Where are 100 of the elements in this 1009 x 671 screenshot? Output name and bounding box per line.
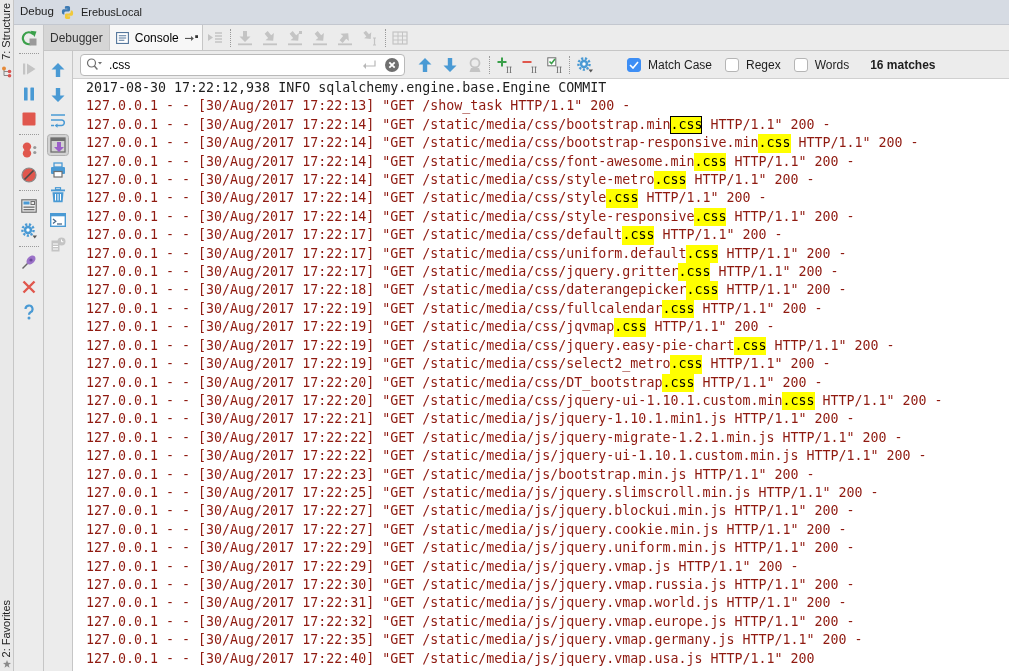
log-line: 127.0.0.1 - - [30/Aug/2017 17:22:29] "GET /static/media/js/jquery.vmap.js HTTP/1.1" 200 - <box>86 557 799 576</box>
stop-icon[interactable] <box>20 110 37 127</box>
close-icon[interactable] <box>20 278 37 295</box>
tab[interactable]: Debugger <box>44 25 110 50</box>
log-line: 127.0.0.1 - - [30/Aug/2017 17:22:23] "GET /static/media/js/bootstrap.min.js HTTP/1.1" 200 - <box>86 465 815 484</box>
search-box[interactable]: .css <box>80 53 405 76</box>
log-text: 127.0.0.1 - - [30/Aug/2017 17:22:17] "GET /static/media/css/jquery.gritter <box>86 263 679 282</box>
checkmark-box-icon[interactable] <box>546 56 563 73</box>
checkbox[interactable] <box>725 57 740 72</box>
log-text: 127.0.0.1 - - [30/Aug/2017 17:22:20] "GET /static/media/css/DT_bootstrap <box>86 373 663 392</box>
search-match: .css <box>694 152 727 172</box>
pin-icon[interactable] <box>20 253 37 270</box>
printer-icon[interactable] <box>50 161 66 178</box>
checkbox-label[interactable]: Match Case <box>648 55 713 74</box>
log-text: HTTP/1.1" 200 - <box>645 189 767 208</box>
log-line: 127.0.0.1 - - [30/Aug/2017 17:22:32] "GET /static/media/js/jquery.vmap.europe.js HTTP/1.1" 200 - <box>86 612 855 631</box>
run-configuration-name: ErebusLocal <box>80 4 143 20</box>
arrow-down-icon[interactable] <box>50 86 66 103</box>
stacked-circles-icon[interactable] <box>20 141 37 158</box>
log-text: HTTP/1.1" 200 - <box>797 134 919 153</box>
tab[interactable]: Console <box>109 25 203 50</box>
log-line: 127.0.0.1 - - [30/Aug/2017 17:22:27] "GET /static/media/js/jquery.blockui.min.js HTTP/1.1" 200 - <box>86 502 855 521</box>
log-text: HTTP/1.1" 200 - <box>709 115 831 134</box>
checkmark-icon <box>629 60 639 69</box>
checkbox[interactable] <box>793 57 808 72</box>
settings-icon[interactable] <box>20 222 37 239</box>
search-match: .css <box>654 171 687 190</box>
search-match: .css <box>670 355 703 374</box>
log-text: 127.0.0.1 - - [30/Aug/2017 17:22:20] "GET /static/media/css/jquery-ui-1.10.1.custom.min <box>86 391 783 410</box>
crossed-circle-icon[interactable] <box>20 166 37 183</box>
log-text: 127.0.0.1 - - [30/Aug/2017 17:22:14] "GET /static/media/css/bootstrap.min <box>86 115 671 134</box>
node-tree-icon <box>1 65 12 78</box>
log-line: 2017-08-30 17:22:12,938 INFO sqlalchemy.engine.base.Engine COMMIT <box>86 79 607 97</box>
clear-icon[interactable] <box>385 57 399 72</box>
circular-arrow-icon[interactable] <box>20 29 37 46</box>
log-text: HTTP/1.1" 200 - <box>725 281 847 300</box>
log-line: 127.0.0.1 - - [30/Aug/2017 17:22:29] "GET /static/media/js/jquery.uniform.min.js HTTP/1.1" 200 - <box>86 539 855 558</box>
search-match: .css <box>678 263 711 282</box>
log-text: HTTP/1.1" 200 - <box>661 226 783 245</box>
search-match: .css <box>734 336 767 356</box>
trash-icon[interactable] <box>50 186 66 203</box>
search-match: .css <box>694 207 727 227</box>
log-text: HTTP/1.1" 200 - <box>821 391 943 410</box>
terminal-icon[interactable] <box>50 211 66 228</box>
arrow-up-icon[interactable] <box>416 56 433 73</box>
log-text: 127.0.0.1 - - [30/Aug/2017 17:22:17] "GET /static/media/css/default <box>86 226 623 245</box>
plus-icon[interactable] <box>496 56 513 73</box>
arrow-up-icon[interactable] <box>50 61 66 78</box>
search-match: .css <box>622 226 655 245</box>
search-match: .css <box>606 189 639 208</box>
log-text: 127.0.0.1 - - [30/Aug/2017 17:22:19] "GET /static/media/css/select2_metro <box>86 355 671 374</box>
search-match: .css <box>614 318 647 337</box>
log-text: 127.0.0.1 - - [30/Aug/2017 17:22:18] "GET /static/media/css/daterangepicker <box>86 281 687 300</box>
log-text: HTTP/1.1" 200 - <box>733 207 855 226</box>
search-icon <box>86 58 102 71</box>
log-text: HTTP/1.1" 200 - <box>701 373 823 392</box>
log-text: HTTP/1.1" 200 - <box>733 152 855 171</box>
search-match: .css <box>686 281 719 300</box>
log-text: 127.0.0.1 - - [30/Aug/2017 17:22:19] "GET /static/media/css/jqvmap <box>86 318 615 337</box>
log-text: HTTP/1.1" 200 - <box>709 355 831 374</box>
log-line: 127.0.0.1 - - [30/Aug/2017 17:22:13] "GET /show_task HTTP/1.1" 200 - <box>86 97 631 116</box>
log-text: HTTP/1.1" 200 - <box>693 171 815 190</box>
log-text: 127.0.0.1 - - [30/Aug/2017 17:22:19] "GET /static/media/css/jquery.easy-pie-chart <box>86 336 735 355</box>
console-icon <box>115 31 129 44</box>
favorites-tab[interactable]: 2: Favorites <box>0 599 13 657</box>
log-text: 127.0.0.1 - - [30/Aug/2017 17:22:14] "GET /static/media/css/style-metro <box>86 171 655 190</box>
arrow-icon <box>184 33 198 42</box>
checkbox[interactable] <box>627 57 641 72</box>
structure-tab[interactable]: 7: Structure <box>0 3 13 60</box>
log-text: HTTP/1.1" 200 - <box>717 263 839 282</box>
log-line: 127.0.0.1 - - [30/Aug/2017 17:22:21] "GET /static/media/js/jquery-1.10.1.min1.js HTTP/1.1" 200 - <box>86 410 855 429</box>
enter-icon <box>363 59 376 70</box>
layout-icon[interactable] <box>20 197 37 214</box>
search-match: .css <box>758 134 791 153</box>
search-input[interactable]: .css <box>109 55 363 74</box>
search-match: .css <box>686 244 719 264</box>
checkbox-label[interactable]: Regex <box>746 55 781 74</box>
settings-icon[interactable] <box>576 56 593 73</box>
search-match: .css <box>782 391 815 411</box>
python-logo-icon <box>59 4 75 20</box>
search-match: .css <box>662 373 695 392</box>
log-text: HTTP/1.1" 200 - <box>653 318 775 337</box>
log-text: 127.0.0.1 - - [30/Aug/2017 17:22:14] "GET /static/media/css/style-responsive <box>86 207 695 226</box>
log-text: 127.0.0.1 - - [30/Aug/2017 17:22:14] "GET /static/media/css/font-awesome.min <box>86 152 695 171</box>
log-text: 127.0.0.1 - - [30/Aug/2017 17:22:14] "GET /static/media/css/style <box>86 189 607 208</box>
checkbox-label[interactable]: Words <box>814 55 850 74</box>
log-text: HTTP/1.1" 200 - <box>773 336 895 355</box>
log-line: 127.0.0.1 - - [30/Aug/2017 17:22:22] "GET /static/media/js/jquery-migrate-1.2.1.min.js HTTP/1.1" 200 - <box>86 428 903 447</box>
log-text: 127.0.0.1 - - [30/Aug/2017 17:22:14] "GET /static/media/css/bootstrap-responsive.min <box>86 134 759 153</box>
match-count: 16 matches <box>870 56 936 74</box>
log-text: HTTP/1.1" 200 - <box>701 299 823 318</box>
log-line: 127.0.0.1 - - [30/Aug/2017 17:22:40] "GET /static/media/js/jquery.vmap.usa.js HTTP/1.1" 200 <box>86 649 815 668</box>
wrap-lines-icon[interactable] <box>50 111 66 128</box>
log-line: 127.0.0.1 - - [30/Aug/2017 17:22:31] "GET /static/media/js/jquery.vmap.world.js HTTP/1.1" 200 - <box>86 594 847 613</box>
log-line: 127.0.0.1 - - [30/Aug/2017 17:22:27] "GET /static/media/js/jquery.cookie.min.js HTTP/1.1" 200 - <box>86 520 847 539</box>
log-text: 127.0.0.1 - - [30/Aug/2017 17:22:19] "GET /static/media/css/fullcalendar <box>86 299 663 318</box>
scroll-to-end-icon[interactable] <box>47 133 69 156</box>
log-line: 127.0.0.1 - - [30/Aug/2017 17:22:35] "GET /static/media/js/jquery.vmap.germany.js HTTP/1.1" 200 - <box>86 631 863 650</box>
search-match: .css <box>670 115 703 135</box>
log-text: HTTP/1.1" 200 - <box>725 244 847 263</box>
